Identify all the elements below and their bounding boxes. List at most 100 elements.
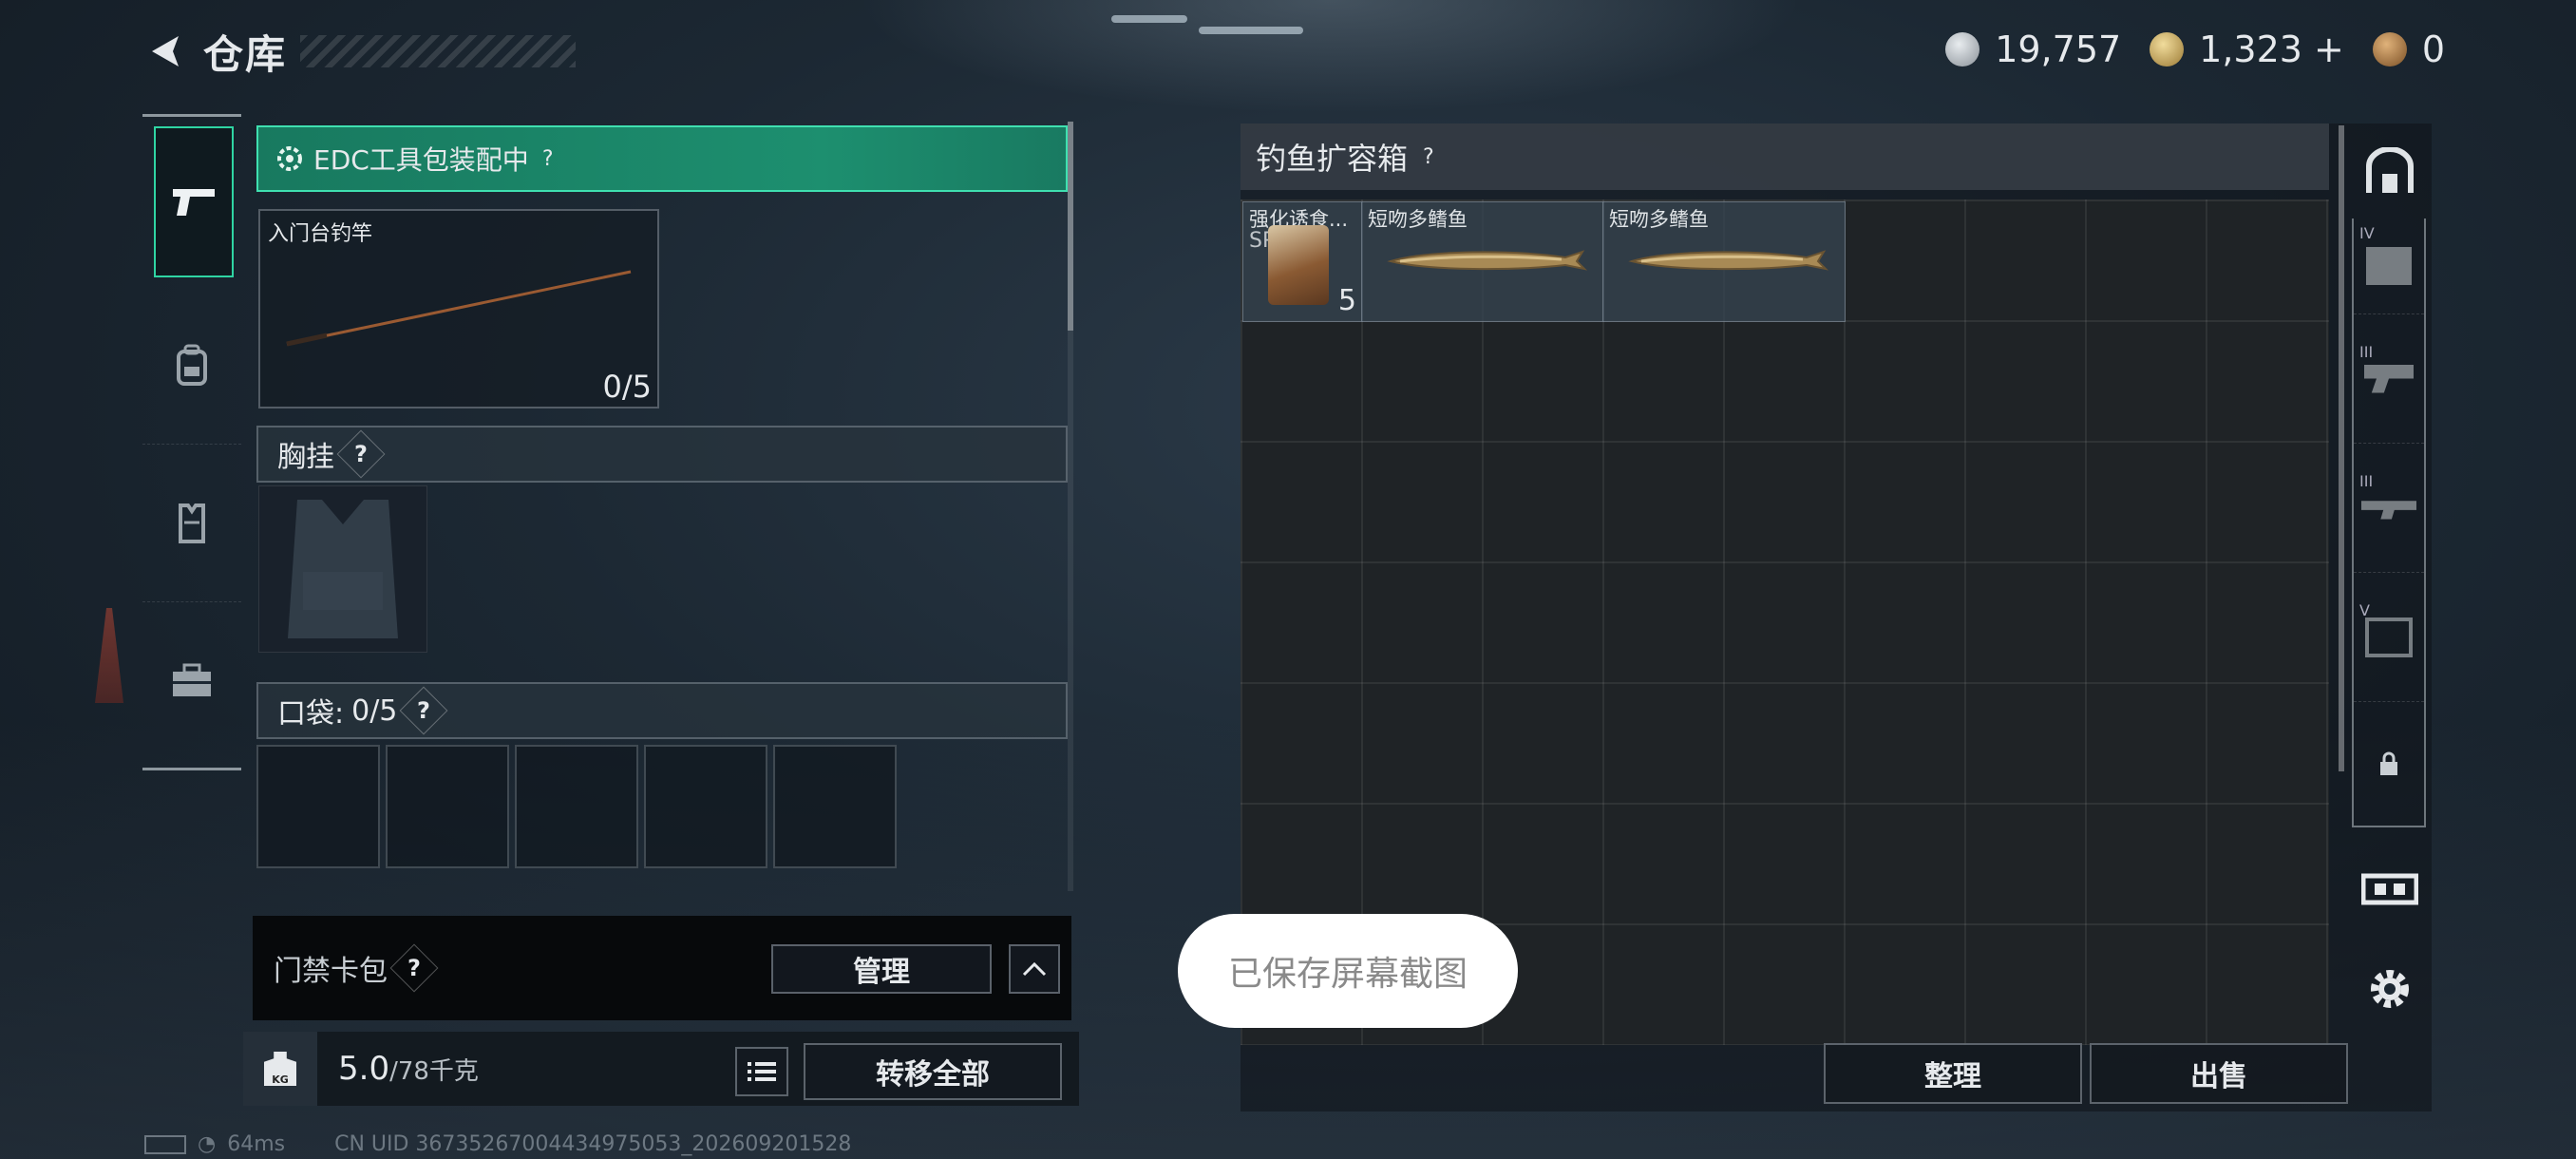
item-count: 5 (1337, 284, 1356, 317)
tab-vest[interactable] (142, 445, 241, 602)
fishing-rod-image (286, 270, 632, 347)
wifi-icon: ◔ (198, 1132, 217, 1156)
uid-text: CN UID 3673526700443497505​3_20260920152… (334, 1132, 852, 1156)
tab-toolbox[interactable] (142, 602, 241, 759)
currency-bronze-value: 0 (2421, 28, 2445, 70)
container-sidebar: IV III III V (2352, 124, 2428, 1074)
background-ceiling (855, 0, 1805, 114)
add-gold-button[interactable]: + (2314, 28, 2344, 70)
tab-backpack[interactable] (142, 287, 241, 445)
chest-rig-label: 胸挂 (277, 441, 334, 474)
settings-button[interactable] (2352, 941, 2428, 1036)
pocket-slot[interactable] (515, 745, 638, 868)
sort-button[interactable]: 整理 (1824, 1043, 2082, 1104)
bronze-coin-icon (2372, 32, 2407, 66)
safe-box-button[interactable] (2352, 124, 2428, 218)
tier-label: III (2359, 472, 2374, 490)
armor-tier-v-icon (2365, 617, 2413, 657)
edc-status-bar[interactable]: EDC工具包装配中 ? (256, 125, 1068, 192)
fish-item[interactable]: 短吻多鳍鱼 (1602, 201, 1846, 322)
help-icon[interactable]: ? (399, 686, 448, 735)
category-tabs (142, 114, 241, 770)
pocket-slot[interactable] (256, 745, 380, 868)
pocket-header: 口袋: 0/5 ? (256, 682, 1068, 739)
currency-bar: 19,757 1,323 + 0 (1945, 28, 2445, 70)
bait-item[interactable]: 强化诱食... SP 5 (1242, 201, 1363, 322)
gold-triangle-coin-icon (2150, 32, 2185, 66)
equipment-panel: EDC工具包装配中 ? 入门台钓竿 0/5 胸挂 ? 口袋: 0/5 ? 门禁卡… (243, 122, 1079, 1110)
toolbox-icon (173, 663, 211, 696)
help-icon[interactable]: ? (542, 147, 554, 171)
ceiling-light (1199, 27, 1303, 34)
battery-icon (144, 1134, 186, 1154)
tier-label: IV (2359, 224, 2375, 242)
vest-icon (179, 503, 205, 543)
screenshot-toast: 已保存屏幕截图 (1178, 914, 1518, 1028)
equipment-scrollbar[interactable] (1068, 122, 1073, 891)
pocket-slot[interactable] (773, 745, 897, 868)
transfer-all-button[interactable]: 转移全部 (804, 1043, 1062, 1100)
gear-icon (2371, 970, 2409, 1008)
chevron-up-icon (1022, 961, 1047, 977)
ceiling-light (1111, 15, 1187, 23)
currency-gold-value: 1,323 (2199, 28, 2302, 70)
weight-icon: KG (243, 1032, 317, 1106)
help-icon[interactable]: ? (389, 943, 439, 993)
tier-label: V (2359, 601, 2370, 619)
ping-value: 64ms (227, 1132, 286, 1156)
chest-rig-slot[interactable] (258, 485, 427, 653)
pocket-slot[interactable] (644, 745, 767, 868)
weight-max: /78千克 (389, 1056, 479, 1086)
back-arrow-icon (152, 36, 179, 66)
edc-label: EDC工具包装配中 (313, 144, 529, 176)
bait-bag-image (1268, 225, 1329, 305)
sidebar-container-iv[interactable]: IV (2354, 218, 2424, 314)
status-bar: ◔ 64ms CN UID 3673526700443497505​3_2026… (144, 1132, 851, 1156)
tab-weapon[interactable] (154, 126, 234, 277)
weight-current: 5.0 (338, 1050, 390, 1088)
page-title: 仓库 (203, 30, 288, 78)
expand-button[interactable] (1009, 944, 1060, 994)
scrollbar-thumb[interactable] (1068, 122, 1073, 331)
gear-icon (277, 146, 302, 171)
traffic-cone (95, 608, 123, 703)
tier-label: III (2359, 343, 2374, 361)
sell-button[interactable]: 出售 (2090, 1043, 2348, 1104)
pocket-count: 0/5 (351, 694, 398, 728)
manage-button[interactable]: 管理 (771, 944, 992, 994)
chest-rig-header: 胸挂 ? (256, 426, 1068, 483)
loadout-icon (2361, 873, 2418, 905)
sidebar-container-iii-b[interactable]: III (2354, 444, 2424, 573)
case-tier-iv-icon (2366, 247, 2412, 285)
fishing-rod-slot[interactable]: 入门台钓竿 0/5 (258, 209, 659, 408)
safe-icon (2366, 147, 2414, 193)
list-view-button[interactable] (735, 1047, 788, 1096)
container-header: 钓鱼扩容箱 ? (1241, 124, 2329, 190)
rod-bait-count: 0/5 (602, 369, 653, 405)
vest-silhouette-icon (288, 500, 398, 638)
pocket-label: 口袋: (277, 697, 345, 731)
fish-item[interactable]: 短吻多鳍鱼 (1361, 201, 1604, 322)
container-title: 钓鱼扩容箱 (1256, 141, 1409, 177)
container-scrollbar[interactable] (2339, 125, 2344, 771)
title-decoration (300, 35, 577, 67)
back-button[interactable] (142, 28, 188, 74)
loadout-button[interactable] (2352, 837, 2428, 941)
pocket-slot[interactable] (386, 745, 509, 868)
help-icon[interactable]: ? (336, 429, 386, 479)
rifle-tier-iii-icon (2361, 501, 2416, 520)
top-bar: 仓库 (142, 21, 577, 82)
sidebar-container-v[interactable]: V (2354, 573, 2424, 702)
weight-icon-label: KG (272, 1074, 289, 1086)
keycard-case-bar: 门禁卡包 ? 管理 (253, 916, 1071, 1020)
help-icon[interactable]: ? (1423, 145, 1434, 169)
currency-silver-value: 19,757 (1995, 28, 2122, 70)
weight-bar: KG 5.0 /78千克 转移全部 (243, 1032, 1079, 1106)
keycard-case-label: 门禁卡包 (274, 955, 388, 988)
pistol-icon (173, 188, 215, 216)
sidebar-locked-slot[interactable] (2354, 702, 2424, 826)
sidebar-container-iii[interactable]: III (2354, 314, 2424, 444)
list-icon (748, 1062, 776, 1081)
gun-tier-iii-icon (2364, 364, 2414, 393)
lock-icon (2380, 751, 2397, 775)
